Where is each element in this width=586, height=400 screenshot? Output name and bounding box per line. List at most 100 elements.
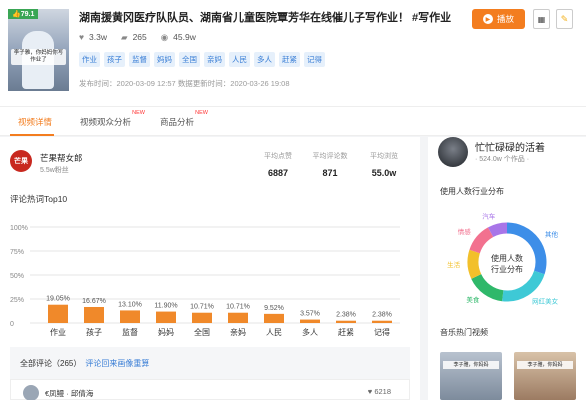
video-thumbnail[interactable]: 👍79.1 李子雅，你妈妈你写作业了: [8, 9, 69, 91]
y-tick-label: 0: [10, 321, 14, 328]
tag[interactable]: 孩子: [104, 52, 125, 67]
tab-bar: 视频详情 视频观众分析 NEW 商品分析 NEW: [0, 106, 586, 136]
thumbs-up-icon: 👍: [12, 11, 21, 18]
tag[interactable]: 全国: [179, 52, 200, 67]
donut-slice-label: 网红美女: [532, 297, 559, 306]
score-value: 79.1: [20, 11, 35, 18]
bar-value-label: 13.10%: [118, 301, 142, 308]
update-time: 数据更新时间：2020-03-26 19:08: [177, 79, 290, 88]
metric-avg-comments: 平均评论数 871: [312, 153, 348, 178]
publish-time: 发布时间：2020-03-09 12:57: [79, 79, 176, 88]
comments-section: 全部评论（265） 评论回来画像重算 €凤鳗 · 邱倩海 ♥ 6218: [10, 347, 410, 400]
comments-recalc-link[interactable]: 评论回来画像重算: [85, 359, 149, 368]
video-title[interactable]: 湖南援黄冈医疗队队员、湖南省儿童医院覃芳华在线催儿子写作业！ #写作业: [79, 9, 454, 25]
bar-value-label: 10.71%: [226, 304, 250, 311]
donut-slice-label: 美食: [466, 295, 480, 304]
side-author-sub: · 524.0w 个作品 ·: [475, 156, 530, 163]
y-tick-label: 100%: [10, 225, 28, 232]
tag[interactable]: 监督: [129, 52, 150, 67]
avatar: [23, 385, 39, 400]
tab-product-analysis[interactable]: 商品分析 NEW: [160, 110, 208, 128]
side-panel: 忙忙碌碌的活着 · 524.0w 个作品 · 使用人数行业分布 其他网红美女 美食…: [428, 137, 586, 400]
bar[interactable]: [300, 319, 320, 323]
tab-video-details[interactable]: 视频详情: [18, 116, 52, 128]
lightbulb-button[interactable]: ✎: [556, 9, 573, 29]
bar-value-label: 2.38%: [372, 312, 392, 319]
tag[interactable]: 作业: [79, 52, 100, 67]
eye-icon: ◉: [160, 32, 169, 42]
bar-value-label: 3.57%: [300, 311, 320, 318]
tag[interactable]: 妈妈: [154, 52, 175, 67]
hot-video-thumb[interactable]: 李子雅，你妈妈: [440, 352, 502, 400]
author-avatar[interactable]: 芒果: [10, 150, 32, 172]
bar[interactable]: [192, 312, 212, 323]
tag[interactable]: 记得: [304, 52, 325, 67]
author-fans: 5.5w粉丝: [40, 167, 69, 174]
x-tick-label: 亲妈: [230, 327, 246, 337]
metric-avg-views: 平均浏览 55.0w: [370, 153, 398, 178]
side-author-name[interactable]: 忙忙碌碌的活着: [475, 139, 545, 154]
x-tick-label: 监督: [122, 327, 138, 337]
x-tick-label: 孩子: [86, 327, 102, 337]
score-badge: 👍79.1: [8, 9, 39, 19]
lightbulb-icon: ✎: [560, 13, 569, 24]
bar-value-label: 19.05%: [46, 296, 70, 303]
main-panel: 芒果 芒果帮女郎 5.5w粉丝 平均点赞 6887 平均评论数 871 平均浏览…: [0, 137, 420, 400]
x-tick-label: 妈妈: [158, 327, 174, 337]
bar-value-label: 16.67%: [82, 298, 106, 305]
donut-slice[interactable]: [469, 227, 494, 254]
tag-list: 作业 孩子 监督 妈妈 全国 亲妈 人民 多人 赶紧 记得: [79, 52, 325, 67]
bar[interactable]: [228, 312, 248, 323]
new-badge: NEW: [195, 110, 209, 116]
bar[interactable]: [84, 306, 104, 323]
comments-stat: ▰ 265: [121, 32, 147, 42]
bar[interactable]: [156, 311, 176, 323]
donut-slice-label: 情感: [458, 227, 472, 236]
tab-audience-analysis[interactable]: 视频观众分析 NEW: [80, 110, 145, 128]
donut-slice[interactable]: [502, 270, 545, 302]
bar[interactable]: [48, 304, 68, 323]
bar[interactable]: [372, 320, 392, 323]
y-tick-label: 25%: [10, 297, 24, 304]
video-stats: ♥ 3.3w ▰ 265 ◉ 45.9w: [79, 32, 196, 43]
y-tick-label: 75%: [10, 249, 24, 256]
tag[interactable]: 赶紧: [279, 52, 300, 67]
metric-avg-likes: 平均点赞 6887: [264, 153, 292, 178]
thumbnail-caption: 李子雅，你妈妈你写作业了: [11, 49, 66, 65]
donut-slice[interactable]: [467, 249, 482, 279]
bar-value-label: 9.52%: [264, 305, 284, 312]
avatar[interactable]: [438, 137, 468, 167]
qr-code-icon: ▦: [537, 14, 546, 24]
comments-header: 全部评论（265） 评论回来画像重算: [20, 359, 150, 368]
play-icon: ▶: [482, 14, 493, 24]
bar-value-label: 11.90%: [154, 303, 177, 310]
comment-icon: ▰: [121, 32, 128, 42]
music-hot-title: 音乐热门视频: [440, 328, 488, 337]
tag[interactable]: 多人: [254, 52, 275, 67]
donut-slice[interactable]: [487, 222, 508, 238]
donut-slice-label: 其他: [545, 229, 559, 238]
industry-title: 使用人数行业分布: [440, 187, 504, 196]
tag[interactable]: 亲妈: [204, 52, 225, 67]
heart-icon: ♥: [79, 32, 85, 42]
x-tick-label: 全国: [194, 327, 210, 337]
donut-slice-label: 汽车: [482, 211, 496, 220]
play-button[interactable]: ▶ 播放: [472, 9, 525, 29]
video-header: 👍79.1 李子雅，你妈妈你写作业了 湖南援黄冈医疗队队员、湖南省儿童医院覃芳华…: [0, 0, 586, 106]
bar[interactable]: [120, 310, 140, 323]
donut-slice-label: 生活: [447, 260, 461, 269]
bar[interactable]: [336, 320, 356, 323]
likes-stat: ♥ 3.3w: [79, 32, 108, 42]
x-tick-label: 记得: [374, 327, 390, 337]
comment-row[interactable]: €凤鳗 · 邱倩海 ♥ 6218: [10, 379, 410, 400]
x-tick-label: 赶紧: [338, 327, 354, 337]
comment-user: €凤鳗 · 邱倩海: [45, 389, 94, 398]
tag[interactable]: 人民: [229, 52, 250, 67]
qr-code-button[interactable]: ▦: [533, 9, 550, 29]
x-tick-label: 人民: [266, 328, 282, 337]
donut-center-label: 使用人数: [491, 253, 523, 263]
author-name[interactable]: 芒果帮女郎: [40, 152, 83, 164]
bar[interactable]: [264, 313, 284, 323]
donut-slice[interactable]: [471, 273, 504, 302]
hot-video-thumb[interactable]: 李子雅，你妈妈: [514, 352, 576, 400]
